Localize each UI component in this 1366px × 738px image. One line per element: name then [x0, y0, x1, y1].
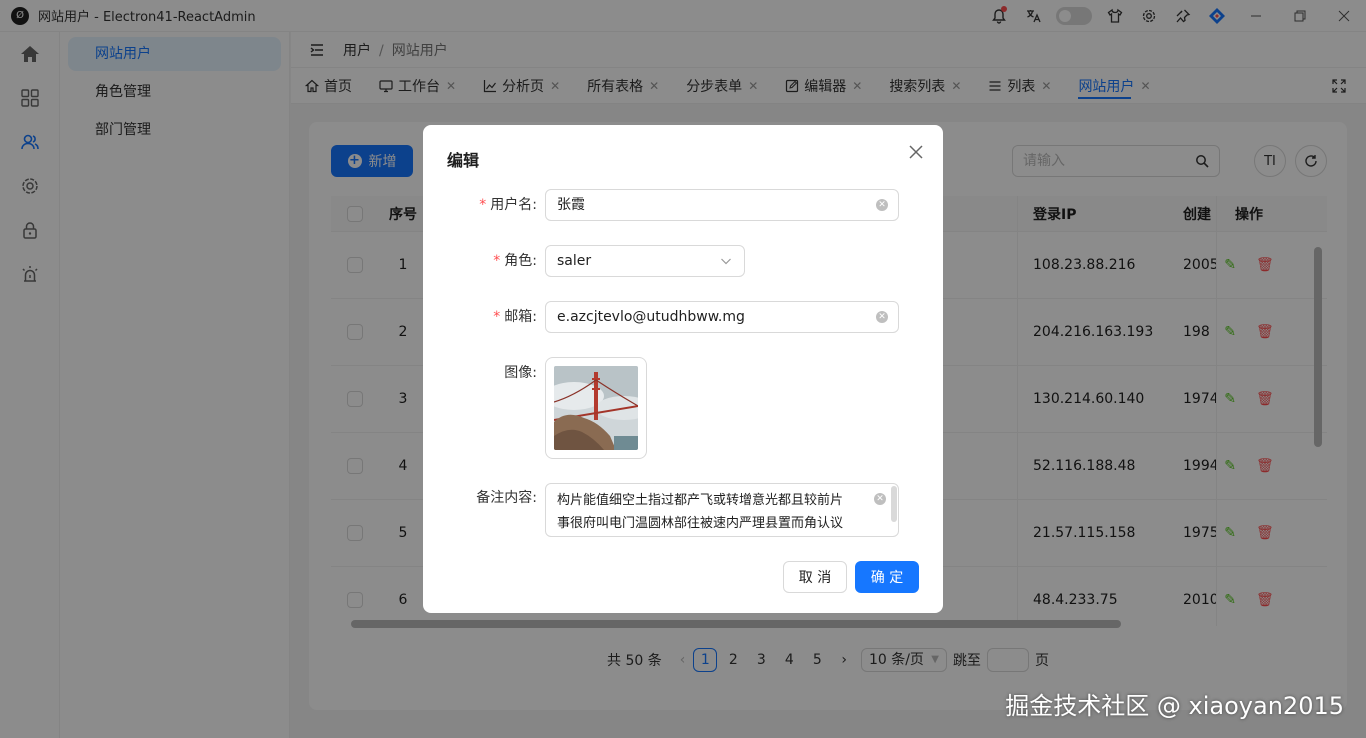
role-value: saler [557, 253, 592, 269]
avatar-image [554, 366, 638, 450]
avatar-label: 图像: [504, 365, 537, 381]
note-field: 备注内容: 构片能值细空土指过都产飞或转增意光都且较前片 事很府叫电门温圆林部往… [423, 483, 943, 537]
chevron-down-icon [720, 255, 732, 267]
clear-icon[interactable]: ✕ [876, 311, 888, 323]
note-line-2: 事很府叫电门温圆林部往被速内严理县置而角认议 [557, 516, 844, 531]
clear-icon[interactable]: ✕ [876, 199, 888, 211]
edit-modal: 编辑 * 用户名: 张霞 ✕ * 角色: saler * 邮箱: e.azcjtevl… [423, 125, 943, 613]
username-input[interactable]: 张霞 ✕ [545, 189, 899, 221]
close-icon[interactable] [909, 145, 923, 159]
note-line-1: 构片能值细空土指过都产飞或转增意光都且较前片 [557, 493, 844, 508]
role-label: 角色: [504, 253, 537, 269]
modal-title: 编辑 [447, 151, 480, 170]
email-input[interactable]: e.azcjtevlo@utudhbww.mg ✕ [545, 301, 899, 333]
avatar-field: 图像: [423, 357, 943, 459]
email-field: * 邮箱: e.azcjtevlo@utudhbww.mg ✕ [423, 301, 943, 333]
clear-icon[interactable]: ✕ [874, 493, 886, 505]
note-label: 备注内容: [476, 490, 537, 506]
note-textarea[interactable]: 构片能值细空土指过都产飞或转增意光都且较前片 事很府叫电门温圆林部往被速内严理县… [545, 483, 899, 537]
confirm-button[interactable]: 确 定 [855, 561, 919, 593]
username-value: 张霞 [557, 197, 585, 213]
cancel-button[interactable]: 取 消 [783, 561, 847, 593]
email-label: 邮箱: [504, 309, 537, 325]
avatar-upload[interactable] [545, 357, 647, 459]
username-label: 用户名: [490, 197, 537, 213]
watermark: 掘金技术社区 @ xiaoyan2015 [1005, 692, 1344, 720]
username-field: * 用户名: 张霞 ✕ [423, 189, 943, 221]
email-value: e.azcjtevlo@utudhbww.mg [557, 309, 745, 325]
role-field: * 角色: saler [423, 245, 943, 277]
role-select[interactable]: saler [545, 245, 745, 277]
textarea-scrollbar[interactable] [891, 486, 897, 522]
